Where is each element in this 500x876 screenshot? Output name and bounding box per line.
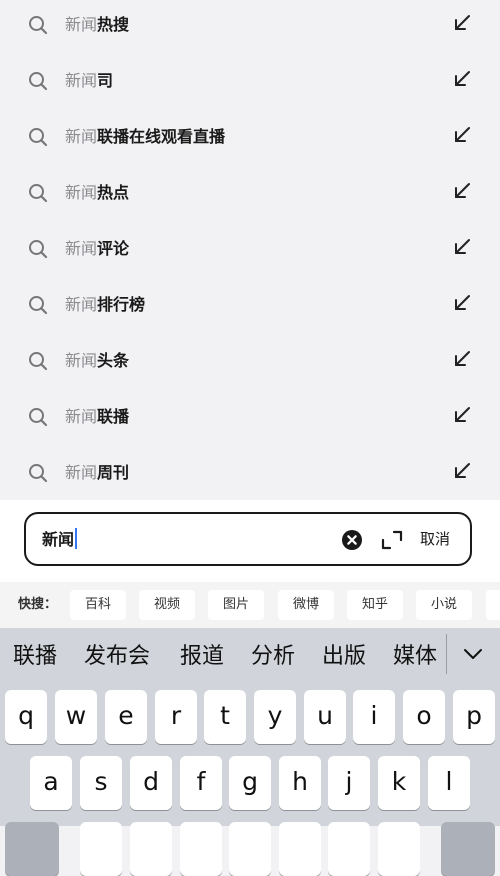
- quick-search-label: 快搜：: [18, 597, 58, 612]
- quick-chip-zhihu[interactable]: 知乎: [347, 590, 403, 620]
- key-d[interactable]: d: [130, 756, 172, 810]
- key-k[interactable]: k: [378, 756, 420, 810]
- quick-chip-video[interactable]: 视频: [139, 590, 195, 620]
- fill-query-arrow-icon[interactable]: [453, 406, 471, 424]
- key-m[interactable]: [378, 822, 420, 876]
- suggestion-text: 新闻评论: [65, 239, 130, 258]
- candidate-word[interactable]: 报道: [180, 642, 224, 672]
- suggestion-text: 新闻热搜: [65, 15, 130, 34]
- key-b[interactable]: [279, 822, 321, 876]
- fill-query-arrow-icon[interactable]: [453, 126, 471, 144]
- suggestion-text: 新闻联播在线观看直播: [65, 127, 226, 146]
- key-y[interactable]: y: [254, 690, 296, 744]
- key-q[interactable]: q: [5, 690, 47, 744]
- key-s[interactable]: s: [80, 756, 122, 810]
- key-j[interactable]: j: [328, 756, 370, 810]
- key-i[interactable]: i: [353, 690, 395, 744]
- search-input-value: 新闻: [42, 528, 78, 551]
- key-h[interactable]: h: [279, 756, 321, 810]
- key-g[interactable]: g: [229, 756, 271, 810]
- quick-search-bar: 快搜： 百科 视频 图片 微博 知乎 小说: [0, 582, 500, 628]
- suggestion-text: 新闻周刊: [65, 463, 130, 482]
- key-n[interactable]: [328, 822, 370, 876]
- key-c[interactable]: [180, 822, 222, 876]
- clear-circle-icon[interactable]: [342, 530, 362, 550]
- suggestion-text: 新闻热点: [65, 183, 130, 202]
- fill-query-arrow-icon[interactable]: [453, 350, 471, 368]
- shift-key[interactable]: [5, 822, 59, 876]
- key-u[interactable]: u: [304, 690, 346, 744]
- search-icon: [29, 72, 48, 91]
- search-icon: [29, 240, 48, 259]
- quick-chip-novel[interactable]: 小说: [416, 590, 472, 620]
- suggestion-item[interactable]: 新闻排行榜: [0, 280, 500, 336]
- key-f[interactable]: f: [180, 756, 222, 810]
- suggestion-text: 新闻头条: [65, 351, 130, 370]
- suggestion-list: 新闻热搜 新闻司 新闻联播在线观看直播 新闻热点 新闻评论 新闻排行榜 新闻头条…: [0, 0, 500, 500]
- key-l[interactable]: l: [428, 756, 470, 810]
- search-icon: [29, 128, 48, 147]
- key-v[interactable]: [229, 822, 271, 876]
- candidate-word[interactable]: 发布会: [84, 642, 150, 672]
- quick-chip-weibo[interactable]: 微博: [278, 590, 334, 620]
- suggestion-item[interactable]: 新闻评论: [0, 224, 500, 280]
- search-icon: [29, 352, 48, 371]
- fill-query-arrow-icon[interactable]: [453, 182, 471, 200]
- search-icon: [29, 296, 48, 315]
- key-z[interactable]: [80, 822, 122, 876]
- key-e[interactable]: e: [105, 690, 147, 744]
- quick-chip-baike[interactable]: 百科: [70, 590, 126, 620]
- keyboard: 联播 发布会 报道 分析 出版 媒体 q w e r t y u i o p a…: [0, 628, 500, 876]
- key-w[interactable]: w: [55, 690, 97, 744]
- suggestion-item[interactable]: 新闻周刊: [0, 448, 500, 504]
- key-p[interactable]: p: [453, 690, 495, 744]
- fill-query-arrow-icon[interactable]: [453, 14, 471, 32]
- candidate-divider: [446, 634, 447, 674]
- text-caret: [75, 528, 78, 549]
- suggestion-item[interactable]: 新闻司: [0, 56, 500, 112]
- suggestion-text: 新闻排行榜: [65, 295, 146, 314]
- cancel-button[interactable]: 取消: [420, 528, 450, 550]
- search-icon: [29, 184, 48, 203]
- suggestion-item[interactable]: 新闻联播在线观看直播: [0, 112, 500, 168]
- search-bar: 新闻 取消: [0, 500, 500, 582]
- suggestion-item[interactable]: 新闻头条: [0, 336, 500, 392]
- scan-icon[interactable]: [380, 528, 404, 552]
- suggestion-item[interactable]: 新闻联播: [0, 392, 500, 448]
- candidate-word[interactable]: 分析: [251, 642, 295, 672]
- suggestion-text: 新闻联播: [65, 407, 130, 426]
- suggestion-item[interactable]: 新闻热点: [0, 168, 500, 224]
- search-icon: [29, 464, 48, 483]
- search-input[interactable]: 新闻 取消: [24, 512, 472, 566]
- candidate-word[interactable]: 出版: [322, 642, 366, 672]
- fill-query-arrow-icon[interactable]: [453, 462, 471, 480]
- suggestion-item[interactable]: 新闻热搜: [0, 0, 500, 56]
- search-icon: [29, 16, 48, 35]
- candidate-word[interactable]: 媒体: [393, 642, 437, 672]
- delete-key[interactable]: [441, 822, 495, 876]
- quick-chip-image[interactable]: 图片: [208, 590, 264, 620]
- key-a[interactable]: a: [30, 756, 72, 810]
- fill-query-arrow-icon[interactable]: [453, 294, 471, 312]
- key-x[interactable]: [130, 822, 172, 876]
- search-icon: [29, 408, 48, 427]
- key-r[interactable]: r: [155, 690, 197, 744]
- key-o[interactable]: o: [403, 690, 445, 744]
- suggestion-text: 新闻司: [65, 71, 114, 90]
- key-t[interactable]: t: [204, 690, 246, 744]
- candidate-word[interactable]: 联播: [13, 642, 57, 672]
- chevron-down-icon[interactable]: [462, 646, 484, 662]
- fill-query-arrow-icon[interactable]: [453, 238, 471, 256]
- candidate-bar: 联播 发布会 报道 分析 出版 媒体: [0, 628, 500, 684]
- fill-query-arrow-icon[interactable]: [453, 70, 471, 88]
- quick-chip-partial[interactable]: [486, 590, 500, 620]
